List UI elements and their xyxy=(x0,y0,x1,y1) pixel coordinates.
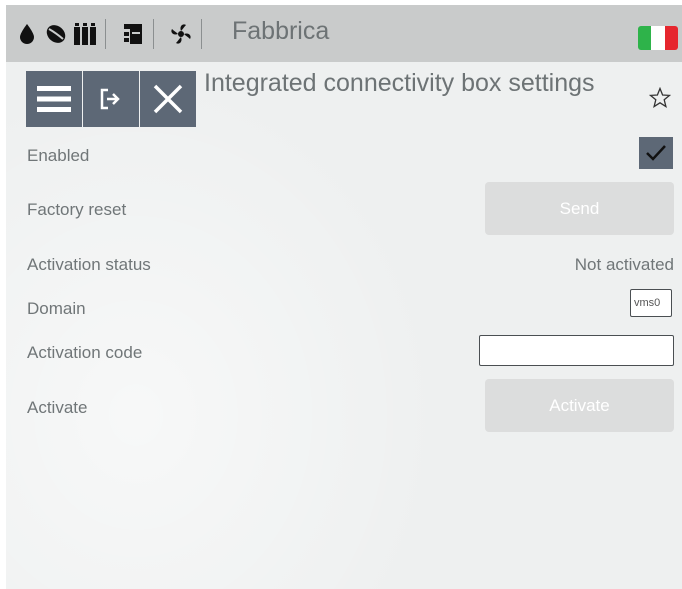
page-toolbar xyxy=(26,71,197,127)
close-icon xyxy=(153,84,183,114)
factory-reset-label: Factory reset xyxy=(27,200,127,219)
enabled-checkbox[interactable] xyxy=(639,137,673,169)
language-flag-icon[interactable] xyxy=(638,26,678,50)
machine-icon[interactable] xyxy=(120,20,146,48)
grinder-icon[interactable] xyxy=(72,20,98,48)
header-bar: Fabbrica xyxy=(6,5,682,62)
machine-icons xyxy=(14,19,216,49)
exit-icon xyxy=(100,88,120,110)
activation-code-label: Activation code xyxy=(27,343,143,362)
app-window: Fabbrica Integrated connectivity box set… xyxy=(6,5,682,589)
checkmark-icon xyxy=(646,145,666,161)
activation-code-input[interactable] xyxy=(479,335,674,366)
coffee-bean-icon[interactable] xyxy=(43,20,69,48)
separator xyxy=(105,19,106,49)
menu-icon xyxy=(37,86,71,112)
separator xyxy=(153,19,154,49)
flag-white xyxy=(651,26,665,50)
exit-button[interactable] xyxy=(83,71,139,127)
flag-green xyxy=(638,26,652,50)
app-title: Fabbrica xyxy=(232,17,330,45)
page-title: Integrated connectivity box settings xyxy=(204,69,595,97)
activation-status-value: Not activated xyxy=(574,255,674,274)
activate-label: Activate xyxy=(27,398,88,417)
drop-icon[interactable] xyxy=(14,20,40,48)
menu-button[interactable] xyxy=(26,71,82,127)
activate-button[interactable]: Activate xyxy=(485,379,674,432)
domain-label: Domain xyxy=(27,299,86,318)
enabled-label: Enabled xyxy=(27,146,90,165)
flag-red xyxy=(664,26,678,50)
close-button[interactable] xyxy=(140,71,196,127)
activation-status-label: Activation status xyxy=(27,255,151,274)
send-button[interactable]: Send xyxy=(485,182,674,235)
star-outline-icon[interactable] xyxy=(648,86,672,114)
fan-icon[interactable] xyxy=(168,20,194,48)
separator xyxy=(201,19,202,49)
domain-input[interactable] xyxy=(630,289,672,317)
